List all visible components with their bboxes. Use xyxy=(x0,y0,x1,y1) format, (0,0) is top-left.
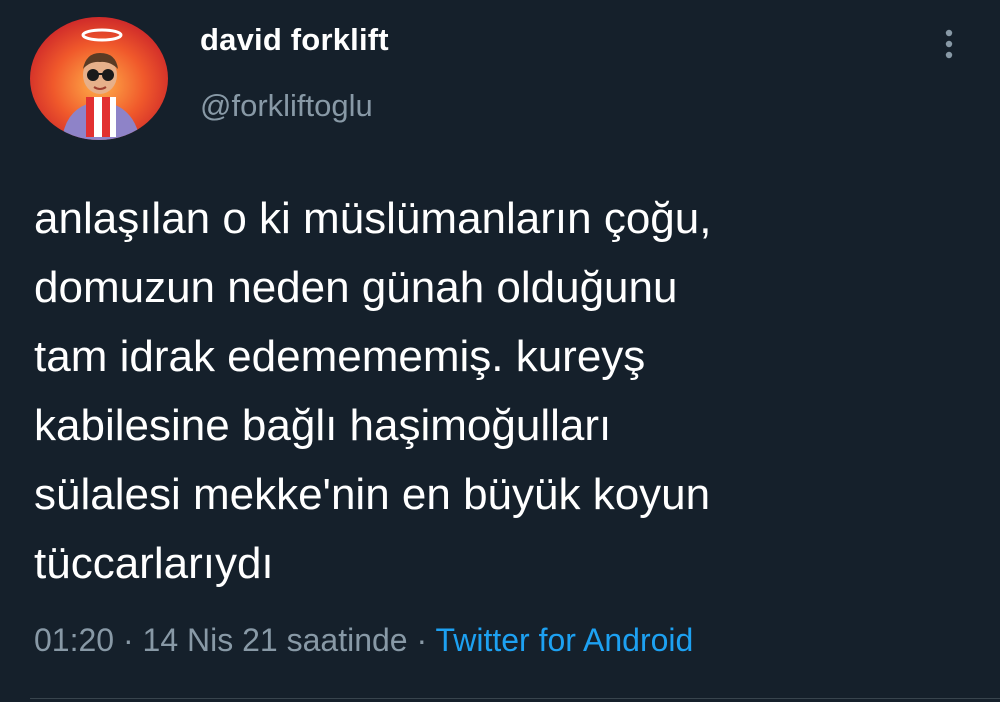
user-handle[interactable]: @forkliftoglu xyxy=(200,88,373,124)
display-name[interactable]: david forklift xyxy=(200,22,389,58)
avatar[interactable] xyxy=(30,17,168,140)
divider xyxy=(30,698,1000,699)
more-vertical-icon[interactable] xyxy=(936,28,962,62)
tweet-meta: 01:20 · 14 Nis 21 saatinde · Twitter for… xyxy=(34,622,693,659)
tweet-date: 14 Nis 21 saatinde xyxy=(142,622,408,658)
tweet-text: anlaşılan o ki müslümanların çoğu, domuz… xyxy=(34,194,712,588)
tweet-time: 01:20 xyxy=(34,622,115,658)
meta-separator: · xyxy=(407,622,436,658)
meta-separator: · xyxy=(114,622,143,658)
avatar-image xyxy=(30,17,168,140)
tweet-source-link[interactable]: Twitter for Android xyxy=(435,622,693,658)
tweet-detail: david forklift @forkliftoglu anlaşılan o… xyxy=(0,0,1000,702)
